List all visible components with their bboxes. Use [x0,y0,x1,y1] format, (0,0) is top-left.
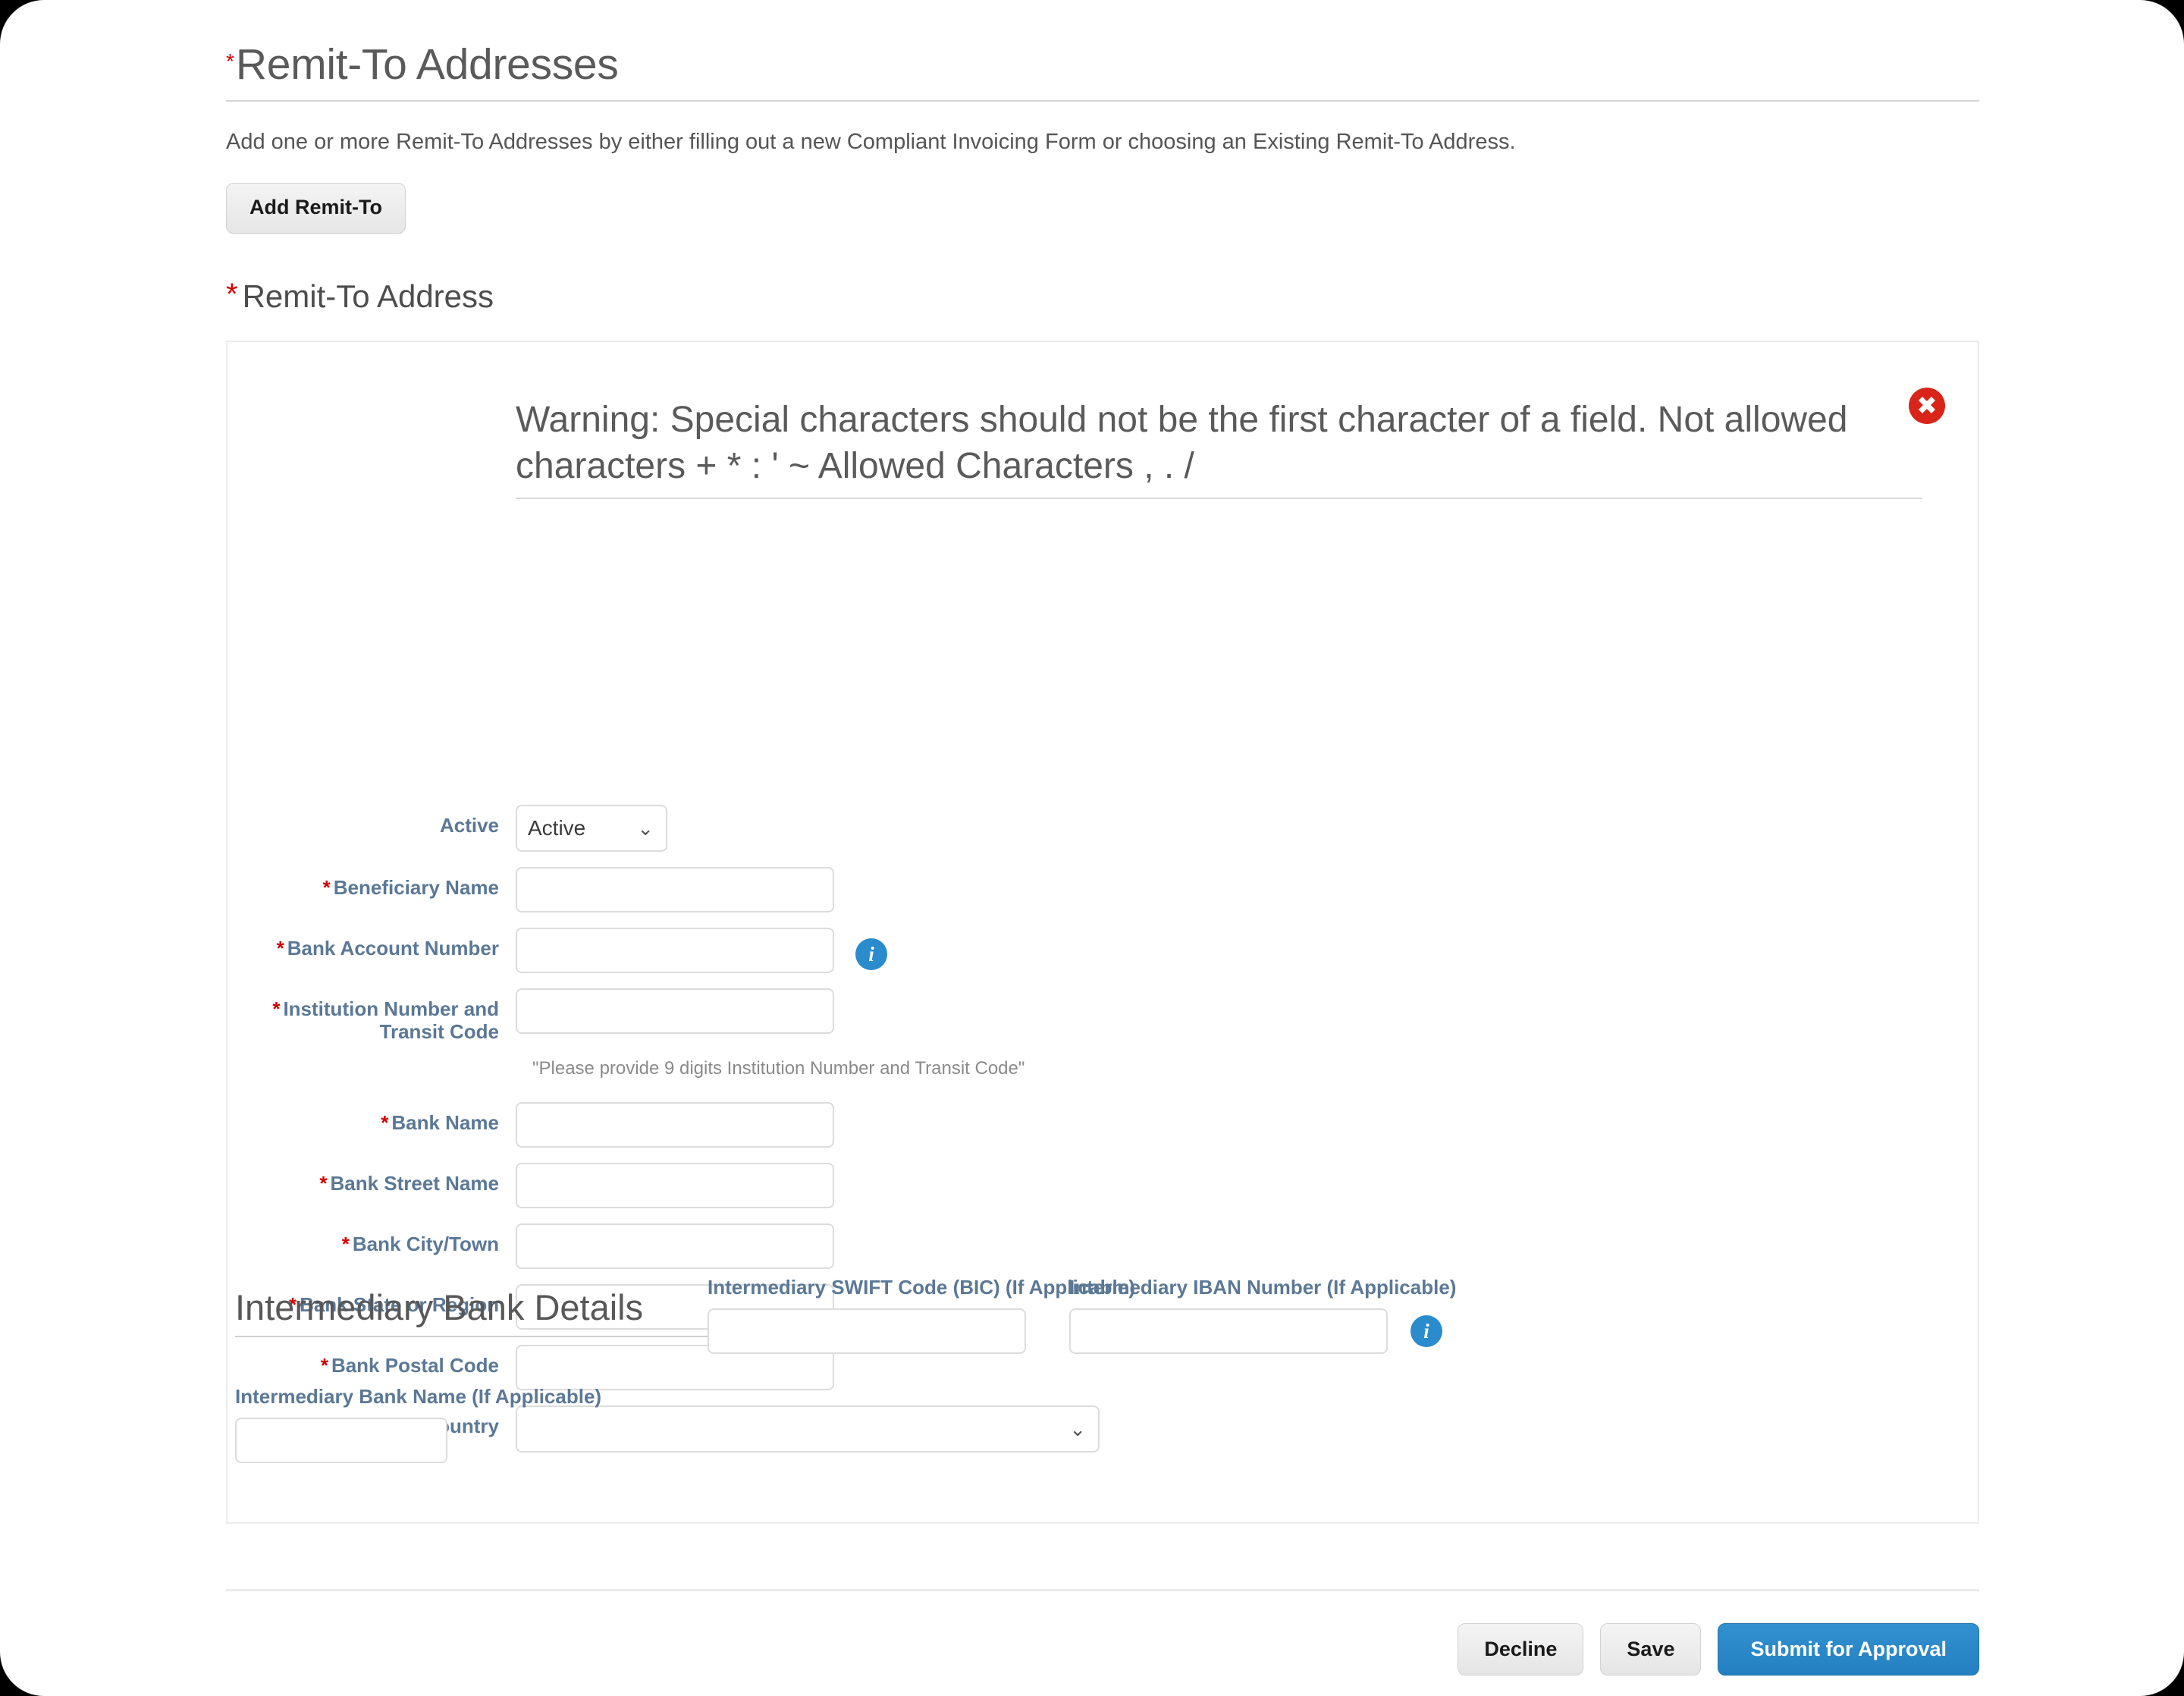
beneficiary-name-label-text: Beneficiary Name [333,875,499,899]
active-field: Active ⌄ [516,804,667,852]
bank-street-name-field [516,1163,834,1209]
bank-city-town-label-text: Bank City/Town [352,1233,499,1256]
beneficiary-name-input[interactable] [516,866,834,912]
required-asterisk: * [226,277,238,311]
info-icon[interactable]: i [1410,1314,1442,1347]
institution-number-field [516,988,834,1034]
submit-for-approval-button[interactable]: Submit for Approval [1718,1622,1979,1676]
intermediary-bank-name-label: Intermediary Bank Name (If Applicable) [235,1384,602,1408]
form-row-bank-name: * Bank Name [228,1102,1978,1148]
save-button[interactable]: Save [1600,1622,1702,1676]
form-row-institution-number: * Institution Number and Transit Code [228,988,1978,1043]
form-row-beneficiary-name: * Beneficiary Name [228,866,1978,912]
bank-account-number-label: * Bank Account Number [228,928,516,959]
intermediary-iban-label: Intermediary IBAN Number (If Applicable) [1069,1275,1457,1299]
beneficiary-name-field [516,866,834,912]
footer-actions: Decline Save Submit for Approval [226,1588,1979,1676]
required-asterisk: * [322,875,331,899]
active-label: Active [439,813,499,837]
bank-street-name-label: * Bank Street Name [228,1163,516,1195]
required-asterisk: * [381,1111,389,1135]
bank-account-number-label-text: Bank Account Number [287,936,499,959]
active-select-wrap: Active ⌄ [516,804,667,852]
intermediary-iban-input[interactable] [1069,1308,1388,1354]
bank-street-name-label-text: Bank Street Name [330,1172,499,1195]
bank-street-name-input[interactable] [516,1163,834,1209]
intermediary-iban-field: Intermediary IBAN Number (If Applicable)… [1069,1276,1456,1354]
form-row-bank-city-town: * Bank City/Town [228,1223,1978,1270]
remit-to-address-panel: Warning: Special characters should not b… [226,340,1979,1524]
bank-account-number-field: i [516,927,887,973]
bank-country-select[interactable] [516,1405,1100,1453]
required-asterisk: * [319,1172,328,1195]
bank-country-select-wrap: ⌄ [516,1405,1100,1453]
bank-city-town-field [516,1223,834,1270]
form-row-active: Active Active ⌄ [228,804,1978,852]
warning-container: Warning: Special characters should not b… [516,387,1945,499]
required-asterisk: * [276,936,284,959]
required-asterisk: * [272,997,281,1020]
close-icon[interactable]: ✖ [1909,387,1945,424]
remit-to-address-subheading: * Remit-To Address [226,278,1979,315]
bank-name-input[interactable] [516,1102,834,1148]
content-container: *Remit-To Addresses Add one or more Remi… [226,0,1979,1676]
bank-name-label-text: Bank Name [391,1111,499,1135]
bank-account-number-input[interactable] [516,927,834,973]
page-title: *Remit-To Addresses [226,0,1979,102]
required-asterisk: * [341,1233,350,1256]
intermediary-bank-name-field: Intermediary Bank Name (If Applicable) [235,1385,601,1463]
required-asterisk: * [320,1354,328,1377]
required-asterisk: * [226,49,234,73]
bank-city-town-input[interactable] [516,1223,834,1270]
institution-number-label-text: Institution Number and Transit Code [283,997,499,1043]
bank-postal-code-label: * Bank Postal Code [228,1345,516,1377]
bank-city-town-label: * Bank City/Town [228,1223,516,1255]
bank-country-field: ⌄ [516,1405,1100,1453]
institution-number-input[interactable] [516,988,834,1034]
active-select[interactable]: Active [516,804,667,852]
form-row-bank-account-number: * Bank Account Number i [228,927,1978,973]
bank-name-field [516,1102,834,1148]
form-row-bank-street-name: * Bank Street Name [228,1163,1978,1209]
beneficiary-name-label: * Beneficiary Name [228,867,516,899]
page-title-text: Remit-To Addresses [235,40,619,89]
institution-number-hint: "Please provide 9 digits Institution Num… [532,1058,1025,1079]
remit-to-form: Active Active ⌄ * Beneficiary Name * Ban… [228,804,1978,1468]
intermediary-bank-details-title: Intermediary Bank Details [235,1286,709,1337]
bank-name-label: * Bank Name [228,1102,516,1134]
section-description: Add one or more Remit-To Addresses by ei… [226,130,1516,154]
info-icon[interactable]: i [855,938,887,970]
decline-button[interactable]: Decline [1458,1622,1584,1676]
add-remit-to-button[interactable]: Add Remit-To [226,182,406,234]
bank-postal-code-label-text: Bank Postal Code [331,1354,499,1377]
institution-number-label: * Institution Number and Transit Code [228,988,516,1043]
remit-to-address-subheading-text: Remit-To Address [242,278,494,314]
intermediary-bank-name-input[interactable] [235,1417,447,1463]
warning-message: Warning: Special characters should not b… [516,397,1922,499]
page-root: *Remit-To Addresses Add one or more Remi… [0,0,2184,1696]
intermediary-swift-input[interactable] [708,1308,1026,1354]
